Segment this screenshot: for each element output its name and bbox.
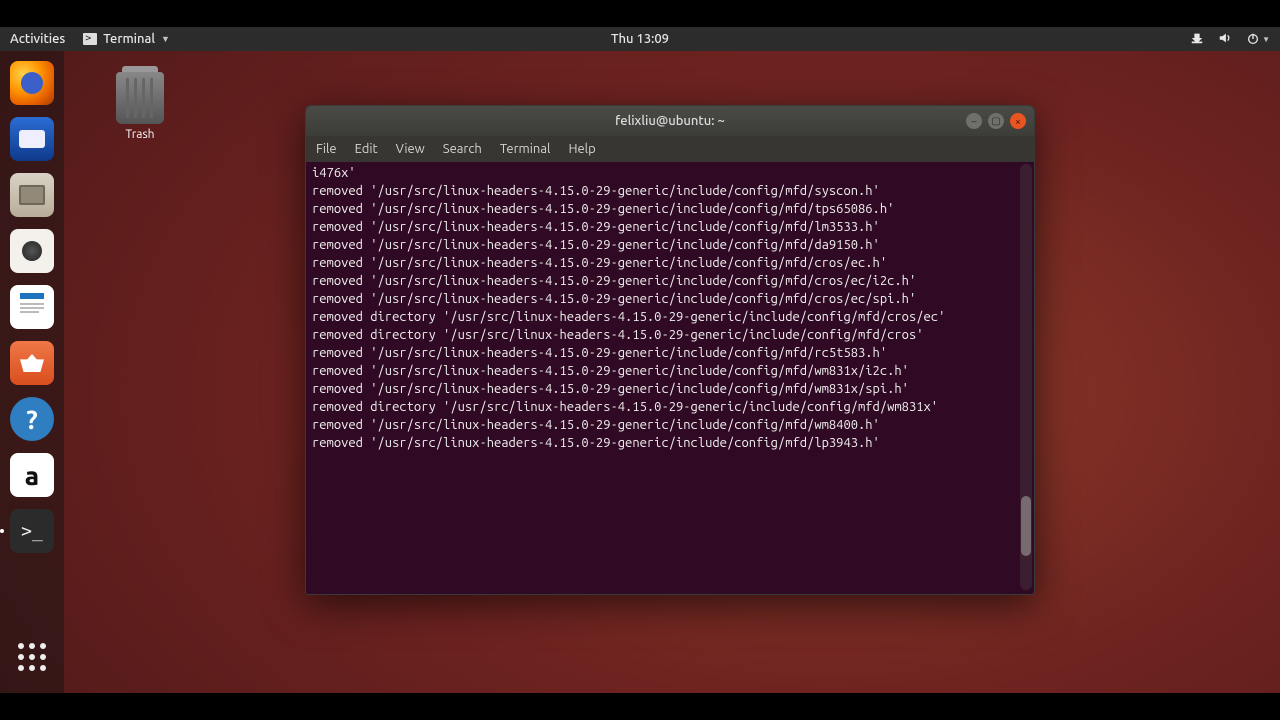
apps-grid-icon xyxy=(18,643,46,671)
writer-icon xyxy=(10,285,54,329)
dock: ? a >_ xyxy=(0,51,64,693)
activities-button[interactable]: Activities xyxy=(10,32,65,46)
dock-item-rhythmbox[interactable] xyxy=(8,227,56,275)
letterbox-top xyxy=(0,0,1280,27)
help-icon: ? xyxy=(10,397,54,441)
system-tray: ▼ xyxy=(1190,31,1270,48)
scrollbar-thumb[interactable] xyxy=(1021,496,1031,556)
terminal-line: removed '/usr/src/linux-headers-4.15.0-2… xyxy=(312,200,1028,218)
thunderbird-icon xyxy=(10,117,54,161)
power-menu[interactable]: ▼ xyxy=(1246,32,1270,46)
clock-label[interactable]: Thu 13:09 xyxy=(611,32,669,46)
app-menu-button[interactable]: Terminal ▼ xyxy=(83,32,170,46)
window-buttons: – ▢ × xyxy=(966,113,1034,129)
terminal-line: removed '/usr/src/linux-headers-4.15.0-2… xyxy=(312,236,1028,254)
terminal-line: removed '/usr/src/linux-headers-4.15.0-2… xyxy=(312,434,1028,452)
terminal-line: removed '/usr/src/linux-headers-4.15.0-2… xyxy=(312,272,1028,290)
dock-item-amazon[interactable]: a xyxy=(8,451,56,499)
desktop-icon-trash[interactable]: Trash xyxy=(100,72,180,141)
terminal-menubar: File Edit View Search Terminal Help xyxy=(306,136,1034,162)
window-title: felixliu@ubuntu: ~ xyxy=(615,114,725,128)
menu-terminal[interactable]: Terminal xyxy=(500,142,551,156)
menu-view[interactable]: View xyxy=(396,142,425,156)
terminal-scrollbar[interactable] xyxy=(1020,164,1032,590)
terminal-line: removed '/usr/src/linux-headers-4.15.0-2… xyxy=(312,380,1028,398)
dock-item-files[interactable] xyxy=(8,171,56,219)
close-button[interactable]: × xyxy=(1010,113,1026,129)
rhythmbox-icon xyxy=(10,229,54,273)
dock-item-writer[interactable] xyxy=(8,283,56,331)
terminal-line: removed directory '/usr/src/linux-header… xyxy=(312,398,1028,416)
dock-item-firefox[interactable] xyxy=(8,59,56,107)
terminal-line: removed '/usr/src/linux-headers-4.15.0-2… xyxy=(312,290,1028,308)
letterbox-bottom xyxy=(0,693,1280,720)
terminal-line: removed directory '/usr/src/linux-header… xyxy=(312,326,1028,344)
files-icon xyxy=(10,173,54,217)
dock-item-terminal[interactable]: >_ xyxy=(8,507,56,555)
volume-icon[interactable] xyxy=(1218,31,1232,48)
terminal-output[interactable]: i476x'removed '/usr/src/linux-headers-4.… xyxy=(306,162,1034,594)
menu-help[interactable]: Help xyxy=(568,142,595,156)
dock-item-thunderbird[interactable] xyxy=(8,115,56,163)
amazon-icon: a xyxy=(10,453,54,497)
app-menu-label: Terminal xyxy=(103,32,155,46)
chevron-down-icon: ▼ xyxy=(1262,35,1270,44)
top-panel: Activities Terminal ▼ Thu 13:09 ▼ xyxy=(0,27,1280,51)
network-icon[interactable] xyxy=(1190,31,1204,48)
trash-icon xyxy=(116,72,164,124)
terminal-line: removed directory '/usr/src/linux-header… xyxy=(312,308,1028,326)
minimize-button[interactable]: – xyxy=(966,113,982,129)
terminal-line: removed '/usr/src/linux-headers-4.15.0-2… xyxy=(312,254,1028,272)
chevron-down-icon: ▼ xyxy=(161,34,170,44)
menu-edit[interactable]: Edit xyxy=(355,142,378,156)
terminal-titlebar[interactable]: felixliu@ubuntu: ~ – ▢ × xyxy=(306,106,1034,136)
dock-item-software[interactable] xyxy=(8,339,56,387)
menu-search[interactable]: Search xyxy=(443,142,482,156)
software-icon xyxy=(10,341,54,385)
trash-label: Trash xyxy=(100,128,180,141)
terminal-line: removed '/usr/src/linux-headers-4.15.0-2… xyxy=(312,416,1028,434)
terminal-line: removed '/usr/src/linux-headers-4.15.0-2… xyxy=(312,182,1028,200)
show-applications-button[interactable] xyxy=(8,633,56,681)
dock-item-help[interactable]: ? xyxy=(8,395,56,443)
firefox-icon xyxy=(10,61,54,105)
terminal-window: felixliu@ubuntu: ~ – ▢ × File Edit View … xyxy=(305,105,1035,595)
terminal-line: removed '/usr/src/linux-headers-4.15.0-2… xyxy=(312,362,1028,380)
terminal-line: removed '/usr/src/linux-headers-4.15.0-2… xyxy=(312,218,1028,236)
desktop: Activities Terminal ▼ Thu 13:09 ▼ ? xyxy=(0,27,1280,693)
terminal-line: i476x' xyxy=(312,164,1028,182)
menu-file[interactable]: File xyxy=(316,142,337,156)
terminal-icon: >_ xyxy=(10,509,54,553)
maximize-button[interactable]: ▢ xyxy=(988,113,1004,129)
terminal-line: removed '/usr/src/linux-headers-4.15.0-2… xyxy=(312,344,1028,362)
terminal-icon xyxy=(83,33,97,45)
